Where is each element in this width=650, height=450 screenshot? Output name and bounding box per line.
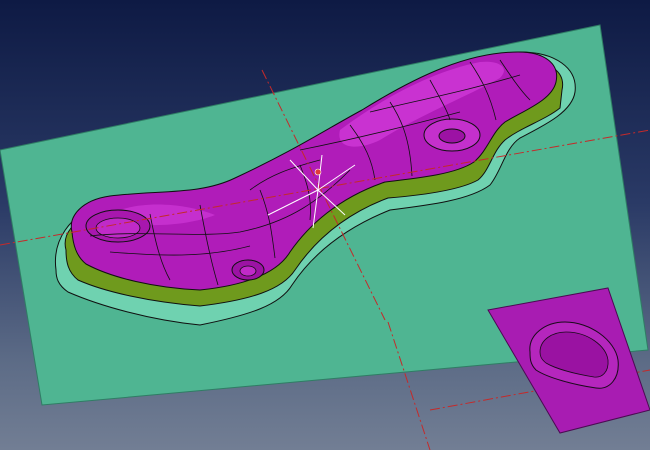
cad-3d-viewport[interactable] [0, 0, 650, 450]
model-scene[interactable] [0, 0, 650, 450]
rotation-pivot-icon[interactable] [314, 168, 322, 176]
bottom-hole-inner [239, 265, 257, 277]
right-boss-hole[interactable] [438, 128, 466, 144]
